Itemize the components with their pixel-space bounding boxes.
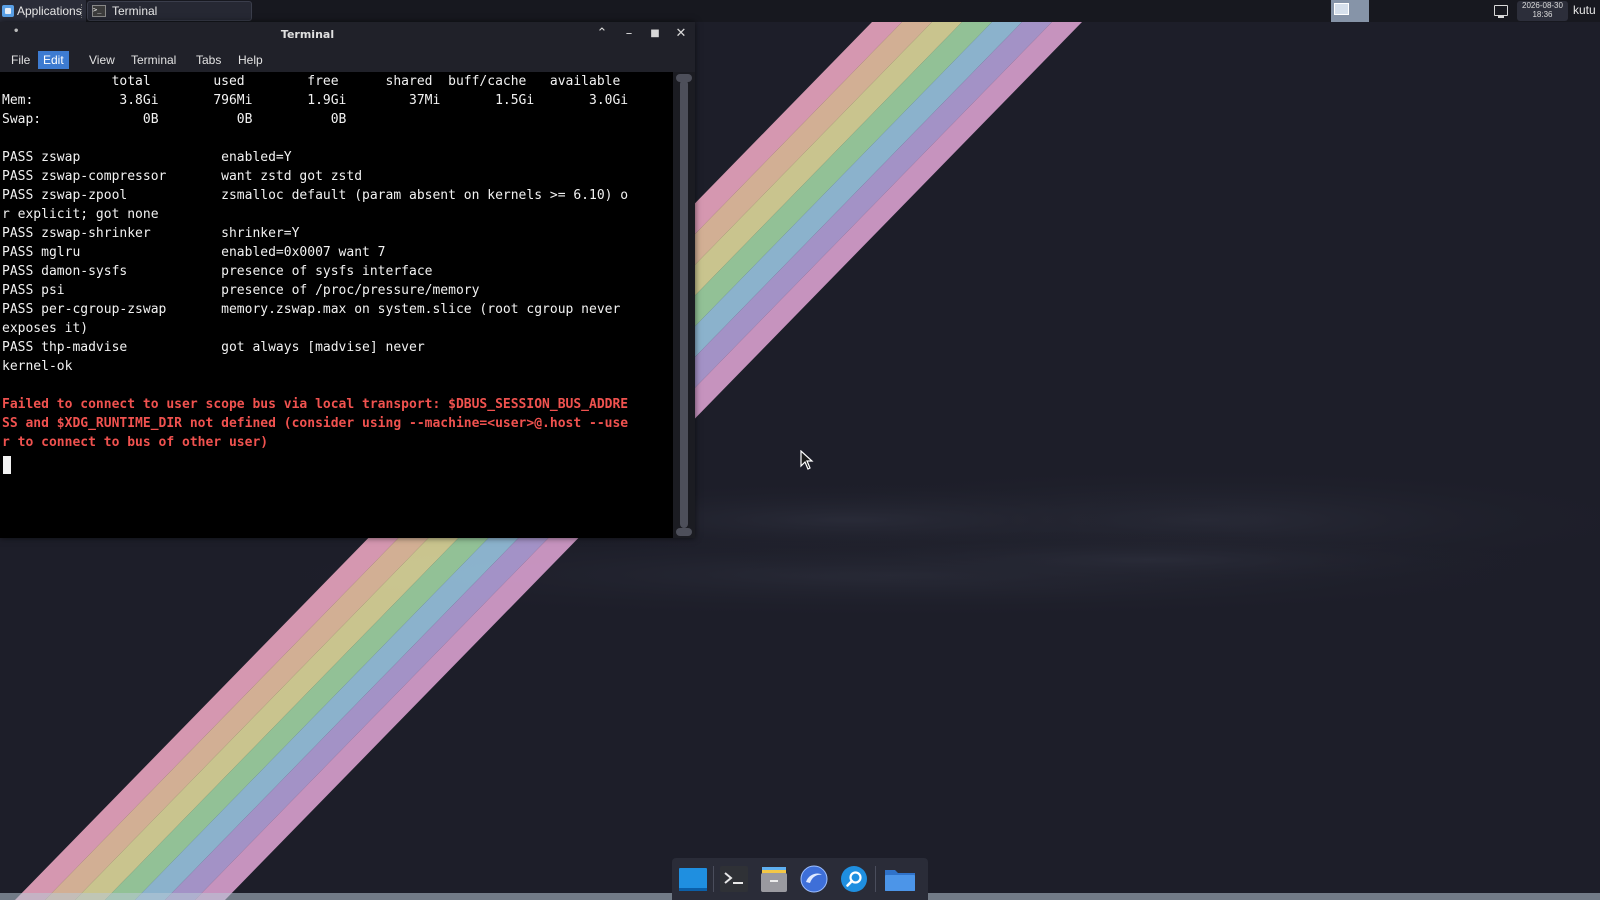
web-browser-icon: [800, 865, 828, 893]
shade-button[interactable]: ⌃: [593, 25, 611, 43]
terminal-line: PASS zswap-zpool zsmalloc default (param…: [2, 188, 629, 203]
terminal-line: PASS damon-sysfs presence of sysfs inter…: [2, 264, 433, 279]
terminal-line: total used free shared buff/cache availa…: [2, 74, 621, 89]
applications-menu-button[interactable]: Applications: [0, 0, 86, 22]
mouse-pointer-icon: [800, 450, 814, 470]
terminal-line: kernel-ok: [2, 359, 73, 374]
dock-separator: [713, 866, 714, 892]
terminal-line: r explicit; got none: [2, 207, 159, 222]
display-icon[interactable]: [1494, 5, 1508, 18]
home-folder-launcher[interactable]: [883, 864, 915, 894]
terminal-line: PASS per-cgroup-zswap memory.zswap.max o…: [2, 302, 621, 317]
terminal-error-line: Failed to connect to user scope bus via …: [2, 397, 629, 412]
applications-icon: [2, 5, 14, 17]
terminal-error-line: SS and $XDG_RUNTIME_DIR not defined (con…: [2, 416, 629, 431]
terminal-icon: [720, 866, 748, 892]
terminal-line: Swap: 0B 0B 0B: [2, 112, 347, 127]
dock-separator: [875, 866, 876, 892]
terminal-line: PASS thp-madvise got always [madvise] ne…: [2, 340, 425, 355]
minimize-button[interactable]: –: [620, 25, 638, 43]
bottom-dock: [672, 858, 928, 900]
taskbar-terminal-button[interactable]: >_ Terminal: [87, 1, 252, 21]
menu-view[interactable]: View: [84, 51, 120, 69]
top-panel: Applications >_ Terminal 2026-08-30 18:3…: [0, 0, 1600, 22]
app-finder-launcher[interactable]: [839, 864, 869, 894]
window-titlebar[interactable]: • Terminal ⌃ – ■ ✕: [0, 22, 695, 48]
show-desktop-button[interactable]: [678, 864, 708, 894]
file-manager-icon: [761, 867, 787, 892]
terminal-line: PASS psi presence of /proc/pressure/memo…: [2, 283, 480, 298]
show-desktop-icon: [679, 868, 707, 891]
menu-edit[interactable]: Edit: [38, 51, 69, 69]
scrollbar-bottom-cap[interactable]: [676, 528, 692, 536]
clock-date: 2026-08-30: [1522, 1, 1563, 10]
terminal-line: PASS zswap-shrinker shrinker=Y: [2, 226, 300, 241]
web-browser-launcher[interactable]: [799, 864, 829, 894]
terminal-line: Mem: 3.8Gi 796Mi 1.9Gi 37Mi 1.5Gi 3.0Gi: [2, 93, 629, 108]
panel-clock[interactable]: 2026-08-30 18:36: [1517, 1, 1568, 21]
terminal-menubar: File Edit View Terminal Tabs Help: [0, 48, 695, 72]
clock-time: 18:36: [1532, 10, 1553, 19]
terminal-line: PASS zswap-compressor want zstd got zstd: [2, 169, 363, 184]
scrollbar-thumb[interactable]: [680, 80, 688, 528]
terminal-window: • Terminal ⌃ – ■ ✕ File Edit View Termin…: [0, 22, 695, 538]
menu-terminal[interactable]: Terminal: [126, 51, 181, 69]
terminal-scrollbar[interactable]: [673, 72, 695, 538]
menu-help[interactable]: Help: [233, 51, 268, 69]
taskbar-terminal-label: Terminal: [112, 4, 158, 18]
window-title: Terminal: [280, 28, 335, 41]
maximize-button[interactable]: ■: [646, 25, 664, 43]
terminal-line: PASS mglru enabled=0x0007 want 7: [2, 245, 386, 260]
workspace-window-thumbnail: [1334, 3, 1349, 15]
panel-separator: [81, 4, 84, 18]
terminal-icon: >_: [92, 5, 106, 17]
terminal-line: exposes it): [2, 321, 89, 336]
folder-icon: [885, 870, 915, 891]
text-cursor: [3, 456, 11, 474]
menu-file[interactable]: File: [6, 51, 35, 69]
close-button[interactable]: ✕: [672, 25, 690, 43]
terminal-line: PASS zswap enabled=Y: [2, 150, 292, 165]
app-finder-icon: [841, 866, 867, 892]
file-manager-launcher[interactable]: [759, 864, 789, 894]
terminal-error-line: r to connect to bus of other user): [2, 435, 269, 450]
terminal-launcher[interactable]: [719, 864, 749, 894]
user-menu[interactable]: kutu: [1573, 3, 1596, 17]
menu-tabs[interactable]: Tabs: [191, 51, 226, 69]
applications-label: Applications: [17, 4, 82, 18]
terminal-output[interactable]: total used free shared buff/cache availa…: [0, 72, 672, 538]
